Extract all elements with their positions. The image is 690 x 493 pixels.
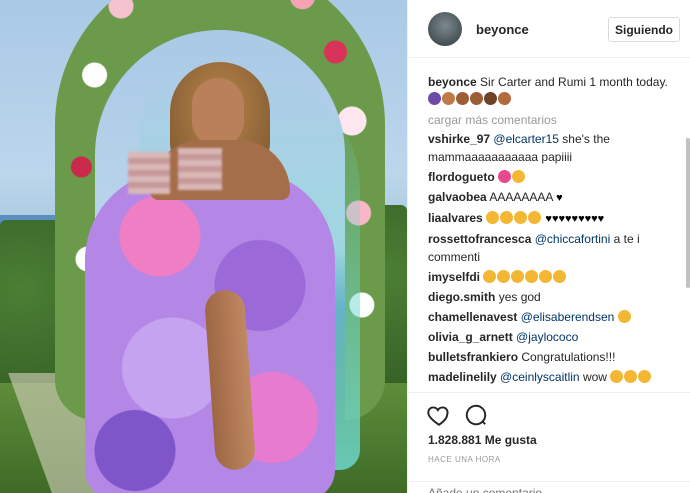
- comment-item: diego.smith yes god: [428, 288, 676, 306]
- comment-item: chamellenavest @elisaberendsen: [428, 308, 676, 326]
- comment-username[interactable]: madelinelily: [428, 370, 497, 384]
- post-photo[interactable]: [0, 0, 407, 493]
- comment-username[interactable]: vshirke_97: [428, 132, 490, 146]
- comment-username[interactable]: flordogueto: [428, 170, 495, 184]
- comment-username[interactable]: bulletsfrankiero: [428, 350, 518, 364]
- smiley-emoji-icon: [483, 270, 497, 283]
- smiley-emoji-icon: [539, 270, 553, 283]
- comment-mention[interactable]: @chiccafortini: [535, 232, 611, 246]
- pixelated-censor: [178, 148, 222, 190]
- heart-outline-icon[interactable]: [426, 402, 452, 428]
- smiley-emoji-icon: [553, 270, 567, 283]
- add-comment-bar: [408, 481, 690, 493]
- username-link[interactable]: beyonce: [476, 22, 529, 37]
- avatar[interactable]: [428, 12, 462, 46]
- caption-text: Sir Carter and Rumi 1 month today.: [480, 75, 668, 89]
- family-emoji-icons: [428, 92, 512, 106]
- heart-eyes-emoji-icon: [512, 170, 525, 183]
- comment-mention[interactable]: @elisaberendsen: [521, 310, 615, 324]
- post-timestamp: HACE UNA HORA: [428, 455, 501, 464]
- comment-username[interactable]: liaalvares: [428, 211, 483, 225]
- following-button[interactable]: Siguiendo: [608, 17, 680, 42]
- sparkle-heart-emoji-icon: [498, 170, 511, 183]
- smiley-emoji-icon: [511, 270, 525, 283]
- load-more-comments-link[interactable]: cargar más comentarios: [428, 113, 557, 127]
- comment-username[interactable]: diego.smith: [428, 290, 495, 304]
- comment-item: flordogueto: [428, 168, 676, 186]
- comment-text: AAAAAAAA: [489, 190, 553, 204]
- pixelated-censor: [128, 152, 170, 194]
- post-header: beyonce Siguiendo: [408, 0, 690, 58]
- smiley-emoji-icon: [525, 270, 539, 283]
- add-comment-input[interactable]: [428, 486, 668, 493]
- comment-item: galvaobea AAAAAAAA ♥: [428, 188, 676, 207]
- heart-eyes-emoji-icon: [638, 370, 652, 383]
- post-side-panel: beyonce Siguiendo beyonce Sir Carter and…: [407, 0, 690, 493]
- comment-username[interactable]: imyselfdi: [428, 270, 480, 284]
- comment-mention[interactable]: @jaylococo: [516, 330, 578, 344]
- comment-username[interactable]: olivia_g_arnett: [428, 330, 513, 344]
- face: [192, 78, 244, 146]
- comment-item: imyselfdi: [428, 268, 676, 286]
- black-heart-emoji-icon: ♥: [556, 192, 563, 204]
- comment-mention[interactable]: @ceinlyscaitlin: [500, 370, 580, 384]
- heart-eyes-emoji-icon: [500, 211, 514, 224]
- comment-item: vshirke_97 @elcarter15 she's the mammaaa…: [428, 130, 676, 166]
- comment-username[interactable]: galvaobea: [428, 190, 487, 204]
- post-actions: 1.828.881 Me gusta HACE UNA HORA: [408, 392, 690, 493]
- comment-text: Congratulations!!!: [521, 350, 616, 364]
- comment-username[interactable]: chamellenavest: [428, 310, 517, 324]
- heart-eyes-emoji-icon: [610, 370, 624, 383]
- caption-username[interactable]: beyonce: [428, 75, 477, 89]
- like-count[interactable]: 1.828.881 Me gusta: [428, 433, 537, 447]
- smiley-emoji-icon: [497, 270, 511, 283]
- comment-item: liaalvares ♥♥♥♥♥♥♥♥♥: [428, 209, 676, 228]
- comment-text: wow: [582, 370, 607, 384]
- heart-eyes-emoji-icon: [528, 211, 542, 224]
- comment-mention[interactable]: @elcarter15: [493, 132, 559, 146]
- comment-item: madelinelily @ceinlyscaitlin wow: [428, 368, 676, 386]
- comment-text: yes god: [498, 290, 541, 304]
- speech-bubble-icon[interactable]: [463, 402, 489, 428]
- black-hearts-emoji-icon: ♥♥♥♥♥♥♥♥♥: [545, 213, 605, 225]
- comments-scrollbar[interactable]: [685, 58, 690, 392]
- comment-username[interactable]: rossettofrancesca: [428, 232, 531, 246]
- comment-item: rossettofrancesca @chiccafortini a te i …: [428, 230, 676, 266]
- comment-item: olivia_g_arnett @jaylococo: [428, 328, 676, 346]
- comments-list[interactable]: beyonce Sir Carter and Rumi 1 month toda…: [408, 58, 690, 392]
- heart-eyes-emoji-icon: [514, 211, 528, 224]
- caption: beyonce Sir Carter and Rumi 1 month toda…: [428, 74, 668, 108]
- heart-eyes-emoji-icon: [486, 211, 500, 224]
- heart-eyes-emoji-icon: [624, 370, 638, 383]
- comment-item: bulletsfrankiero Congratulations!!!: [428, 348, 676, 366]
- scrollbar-thumb[interactable]: [686, 138, 690, 288]
- crying-emoji-icon: [617, 310, 631, 323]
